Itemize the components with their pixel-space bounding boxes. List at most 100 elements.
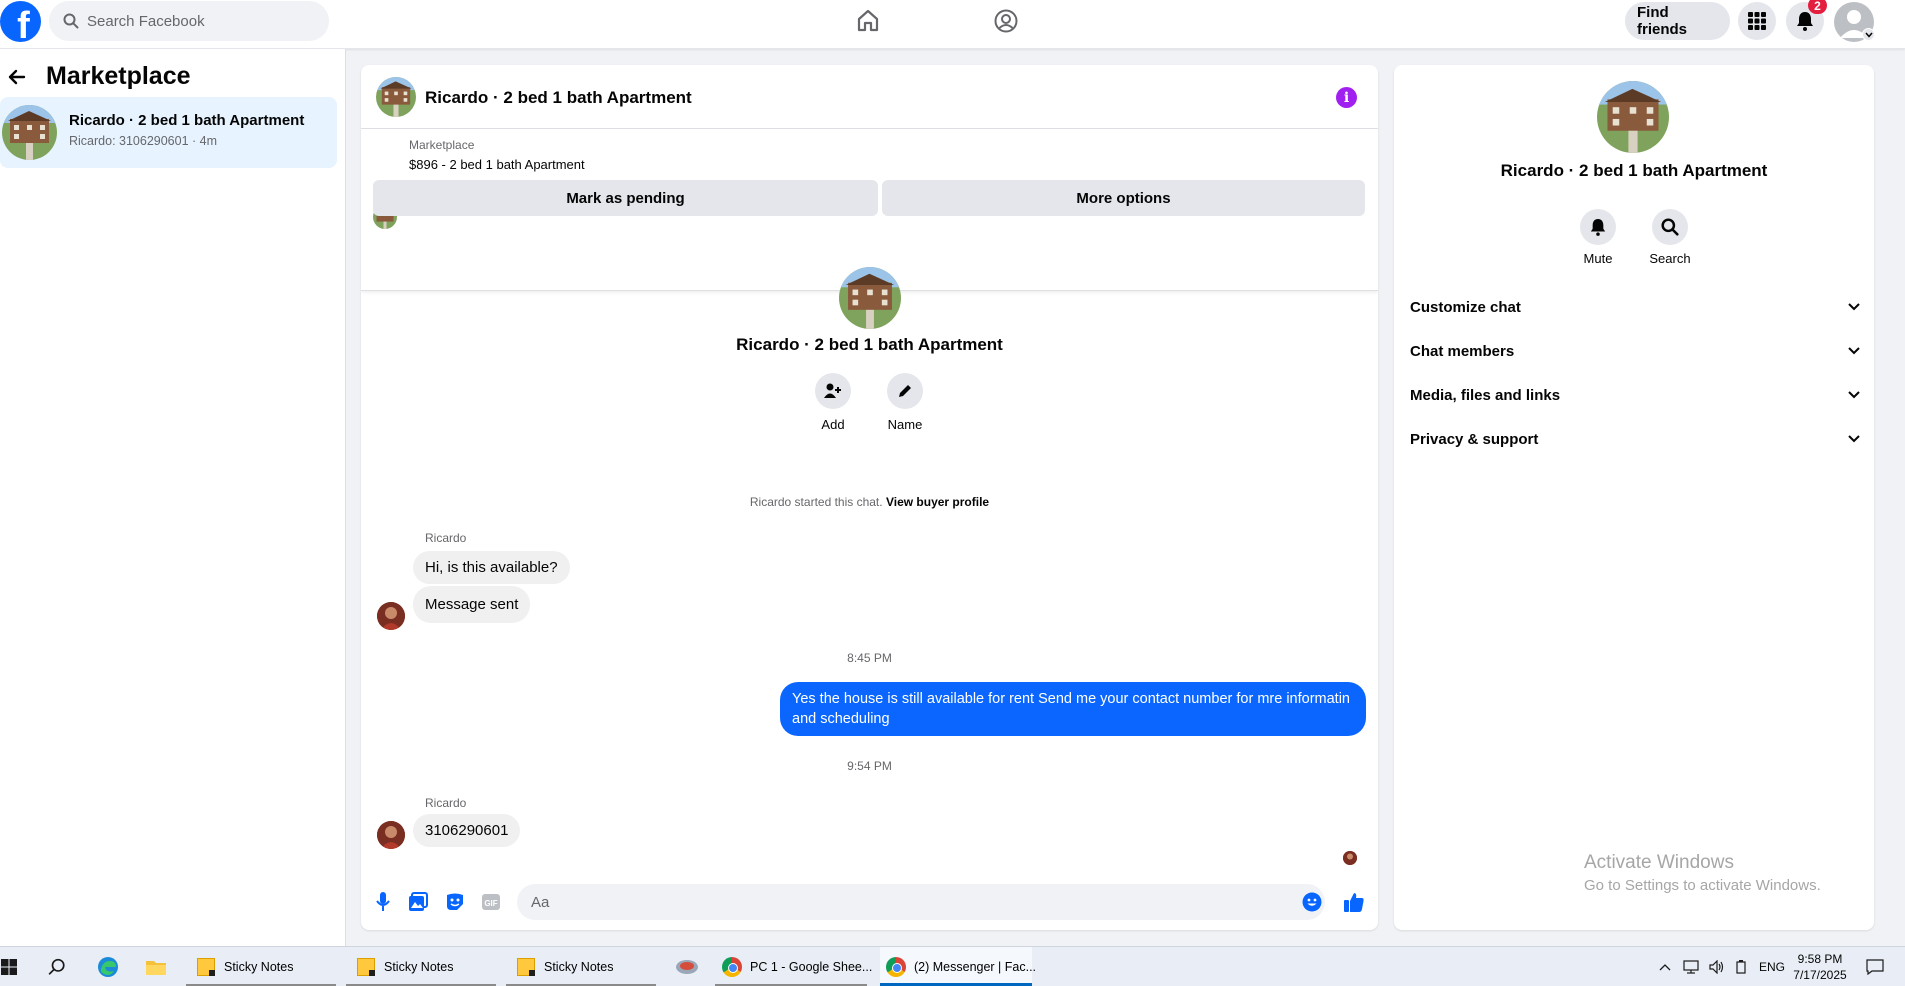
sender-avatar[interactable]: [377, 602, 405, 630]
windows-logo-icon: [1, 959, 17, 975]
taskbar-app-snipping[interactable]: [675, 947, 699, 986]
info-icon[interactable]: i: [1336, 87, 1357, 108]
clock-date: 7/17/2025: [1793, 968, 1847, 982]
gif-icon[interactable]: GIF: [480, 891, 502, 913]
incoming-message[interactable]: Message sent: [413, 586, 531, 623]
intro-avatar: [839, 267, 901, 329]
chat-header: Ricardo · 2 bed 1 bath Apartment i: [361, 65, 1378, 129]
emoji-icon[interactable]: [1301, 891, 1323, 913]
read-receipt-avatar: [1343, 851, 1357, 865]
taskbar-app-label: Sticky Notes: [544, 960, 614, 974]
taskbar-app-sticky-notes[interactable]: Sticky Notes: [196, 947, 293, 986]
taskbar-app-sticky-notes[interactable]: Sticky Notes: [516, 947, 613, 986]
chat-title[interactable]: Ricardo · 2 bed 1 bath Apartment: [425, 88, 692, 108]
section-chat-members[interactable]: Chat members: [1410, 333, 1860, 369]
details-name: Ricardo · 2 bed 1 bath Apartment: [1500, 161, 1768, 180]
sidebar-title: Marketplace: [46, 62, 191, 90]
mark-as-pending-button[interactable]: Mark as pending: [373, 180, 878, 216]
incoming-message[interactable]: Hi, is this available?: [413, 551, 570, 584]
search-placeholder: Search Facebook: [87, 12, 205, 30]
sidebar-header: Marketplace: [6, 62, 191, 91]
taskbar-app-sticky-notes[interactable]: Sticky Notes: [356, 947, 453, 986]
edge-browser-button[interactable]: [96, 947, 120, 986]
notification-center-button[interactable]: [1864, 947, 1886, 986]
chrome-icon: [886, 957, 906, 977]
notifications-button[interactable]: 2: [1786, 0, 1827, 40]
taskbar-clock[interactable]: 9:58 PM 7/17/2025: [1790, 951, 1850, 983]
search-icon: [48, 958, 65, 975]
add-label: Add: [821, 417, 845, 432]
activate-windows-watermark: Activate Windows Go to Settings to activ…: [1584, 852, 1821, 894]
chat-details-panel: Ricardo · 2 bed 1 bath Apartment Mute Se…: [1394, 65, 1874, 930]
left-sidebar: Marketplace Ricardo · 2 bed 1 bath Apart…: [0, 49, 346, 946]
section-media-files-links[interactable]: Media, files and links: [1410, 377, 1860, 413]
taskbar-app-label: Sticky Notes: [224, 960, 294, 974]
network-icon[interactable]: [1683, 960, 1699, 974]
friends-icon[interactable]: [991, 6, 1021, 36]
thumbs-up-icon[interactable]: [1343, 891, 1365, 913]
microphone-icon[interactable]: [372, 891, 394, 913]
battery-icon[interactable]: [1735, 960, 1747, 974]
start-button[interactable]: [0, 947, 18, 986]
outgoing-message[interactable]: Yes the house is still available for ren…: [780, 682, 1366, 736]
folder-icon: [146, 961, 166, 975]
sender-avatar[interactable]: [377, 821, 405, 849]
mute-button[interactable]: Mute: [1568, 209, 1628, 266]
taskbar-search-button[interactable]: [46, 947, 68, 986]
taskbar-app-chrome-messenger[interactable]: (2) Messenger | Fac...: [886, 947, 1036, 986]
add-people-button[interactable]: Add: [803, 373, 863, 432]
chat-avatar[interactable]: [376, 77, 416, 117]
bell-icon: [1797, 12, 1813, 31]
snipping-tool-icon: [676, 960, 698, 974]
search-box[interactable]: Search Facebook: [49, 1, 329, 41]
volume-icon[interactable]: [1709, 960, 1725, 974]
conversation-preview: Ricardo: 3106290601 · 4m: [69, 134, 218, 148]
chevron-up-icon[interactable]: [1659, 963, 1671, 971]
incoming-message[interactable]: 3106290601: [413, 814, 521, 847]
section-privacy-support[interactable]: Privacy & support: [1410, 421, 1860, 457]
watermark-line-1: Activate Windows: [1584, 852, 1734, 873]
pencil-icon: [899, 385, 911, 397]
listing-price-title[interactable]: $896 - 2 bed 1 bath Apartment: [409, 157, 585, 172]
menu-grid-button[interactable]: [1738, 2, 1776, 40]
notification-badge: 2: [1808, 0, 1827, 14]
add-person-icon: [824, 383, 841, 398]
section-label: Customize chat: [1410, 298, 1521, 316]
taskbar-app-chrome-sheets[interactable]: PC 1 - Google Shee...: [722, 947, 872, 986]
message-composer: GIF Aa: [361, 875, 1378, 930]
more-options-button[interactable]: More options: [882, 180, 1365, 216]
home-icon[interactable]: [853, 6, 883, 36]
sticker-icon[interactable]: [444, 891, 466, 913]
sticky-notes-icon: [357, 958, 375, 976]
back-arrow-icon[interactable]: [6, 66, 28, 88]
sender-name: Ricardo: [425, 531, 467, 545]
edge-icon: [98, 957, 118, 977]
taskbar-app-label: PC 1 - Google Shee...: [750, 960, 873, 974]
search-icon: [1661, 218, 1679, 236]
taskbar-app-label: Sticky Notes: [384, 960, 454, 974]
message-input[interactable]: Aa: [517, 884, 1325, 920]
edit-name-button[interactable]: Name: [875, 373, 935, 432]
section-label: Media, files and links: [1410, 386, 1561, 404]
language-indicator[interactable]: ENG: [1759, 960, 1785, 974]
section-label: Privacy & support: [1410, 430, 1539, 448]
details-avatar: [1597, 81, 1669, 153]
conversation-name: Ricardo · 2 bed 1 bath Apartment: [69, 112, 305, 129]
system-tray: ENG: [1659, 947, 1785, 986]
find-friends-button[interactable]: Find friends: [1625, 2, 1730, 40]
conversation-avatar: [2, 105, 57, 160]
conversation-item[interactable]: Ricardo · 2 bed 1 bath Apartment Ricardo…: [0, 97, 337, 168]
intro-name: Ricardo · 2 bed 1 bath Apartment: [736, 335, 1003, 354]
mute-label: Mute: [1583, 251, 1613, 266]
chat-panel: Ricardo · 2 bed 1 bath Apartment i Marke…: [361, 65, 1378, 930]
file-explorer-button[interactable]: [144, 947, 168, 986]
chat-started-notice: Ricardo started this chat. View buyer pr…: [361, 495, 1378, 509]
facebook-logo[interactable]: f: [0, 1, 41, 42]
taskbar-app-label: (2) Messenger | Fac...: [914, 960, 1037, 974]
svg-text:GIF: GIF: [484, 899, 497, 908]
section-customize-chat[interactable]: Customize chat: [1410, 289, 1860, 325]
chevron-down-icon[interactable]: [1862, 28, 1875, 41]
view-buyer-profile-link[interactable]: View buyer profile: [886, 495, 989, 509]
photo-icon[interactable]: [407, 891, 429, 913]
search-in-chat-button[interactable]: Search: [1640, 209, 1700, 266]
